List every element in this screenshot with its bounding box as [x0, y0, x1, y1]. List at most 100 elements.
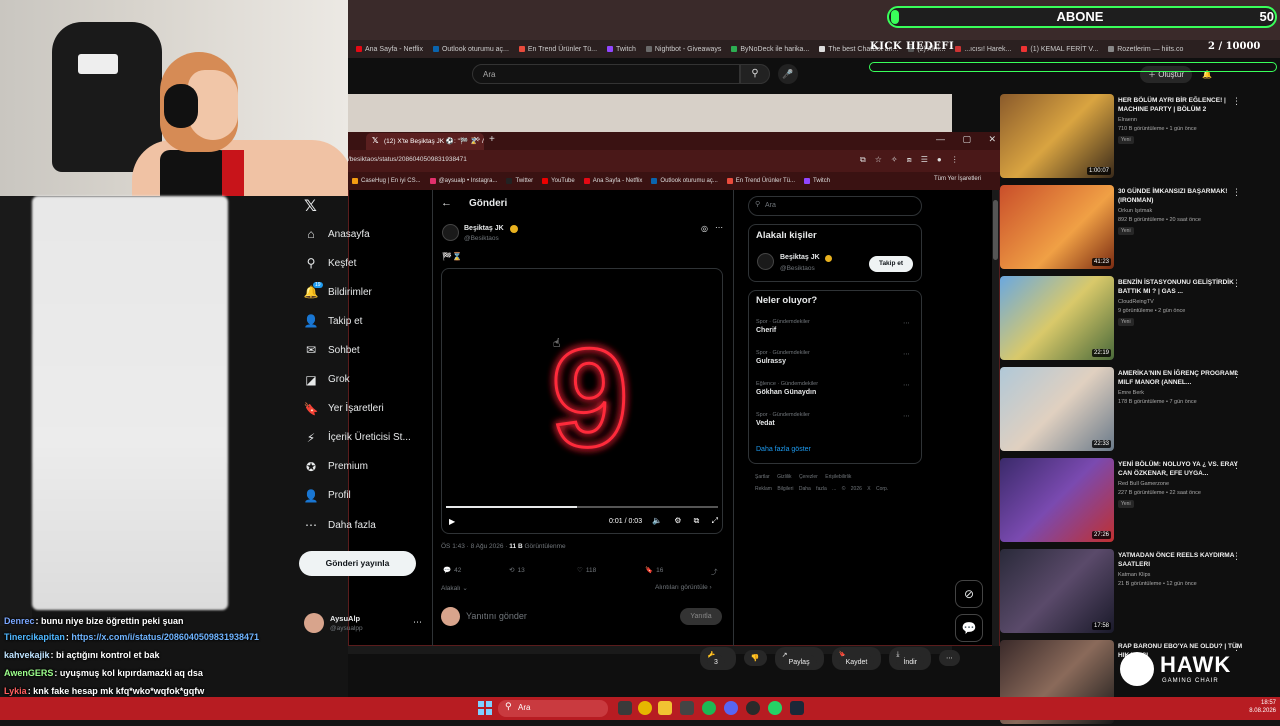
trend-more-icon[interactable]: ⋯ — [903, 381, 910, 389]
bookmark-item[interactable]: En Trend Ürünler Tü... — [519, 46, 597, 53]
address-url[interactable]: /besiktaos/status/2086040509831938471 — [348, 156, 467, 163]
video-title[interactable]: YENİ BÖLÜM: NOLUYO YA ¿ VS. ERAY CAN ÖZK… — [1118, 460, 1244, 478]
dislike-button[interactable]: 👎 — [743, 650, 767, 666]
discord-icon[interactable] — [724, 701, 738, 715]
pip-icon[interactable]: ⧉ — [694, 516, 700, 526]
bookmark-item[interactable]: @aysualp • Instagra... — [430, 178, 498, 184]
nav-item-premium[interactable]: ✪ Premium — [304, 456, 368, 478]
channel-name[interactable]: Katman Klips — [1118, 572, 1150, 578]
video-thumbnail[interactable]: 1:00:07 — [1000, 94, 1114, 178]
kebab-icon[interactable]: ⋮ — [1232, 96, 1241, 107]
bookmark-item[interactable]: Ana Sayfa - Netflix — [356, 46, 423, 53]
post-more-icon[interactable]: ⋯ — [715, 223, 723, 232]
bookmark-item[interactable]: YouTube — [542, 178, 575, 184]
channel-name[interactable]: CloudReingTV — [1118, 299, 1154, 305]
trend-item[interactable]: Spor · Gündemdekiler Cherif ⋯ — [756, 319, 916, 334]
menu-icon[interactable]: ☰ — [921, 155, 928, 165]
show-more-link[interactable]: Daha fazla göster — [756, 446, 811, 453]
kebab-icon[interactable]: ⋮ — [1232, 369, 1241, 380]
scrollbar-thumb[interactable] — [993, 200, 998, 260]
like-button[interactable]: ♡ 118 — [577, 566, 596, 575]
kebab-icon[interactable]: ⋮ — [951, 155, 959, 165]
bookmark-item[interactable]: ByNoDeck ile harika... — [731, 46, 809, 53]
nav-item-grok[interactable]: ◪ Grok — [304, 369, 349, 391]
bookmark-button[interactable]: 🔖 16 — [645, 566, 663, 575]
whatsapp-icon[interactable] — [768, 701, 782, 715]
recommendation-item[interactable]: 22:33 AMERİKA'NIN EN İĞRENÇ PROGRAMI: MIL… — [1000, 367, 1272, 453]
trend-item[interactable]: Spor · Gündemdekiler Gulrassy ⋯ — [756, 350, 916, 365]
kebab-icon[interactable]: ⋮ — [1232, 460, 1241, 471]
steam-icon[interactable] — [790, 701, 804, 715]
repost-button[interactable]: ⟲ 13 — [509, 566, 525, 575]
channel-name[interactable]: Elraenn — [1118, 117, 1137, 123]
author-avatar[interactable] — [442, 224, 459, 241]
close-window-icon[interactable]: ✕ — [988, 134, 996, 145]
trend-item[interactable]: Spor · Gündemdekiler Vedat ⋯ — [756, 412, 916, 427]
recommendation-item[interactable]: 17:58 Yatmadan Önce Reels Kaydırma Saatle… — [1000, 549, 1272, 635]
author-name[interactable]: Beşiktaş JK — [464, 225, 504, 232]
search-icon[interactable]: ⚲ — [740, 64, 770, 84]
bookmark-item[interactable]: Outlook oturumu aç... — [433, 46, 509, 53]
nav-item-profile[interactable]: 👤 Profil — [304, 485, 351, 507]
play-icon[interactable]: ▶ — [449, 517, 455, 526]
nav-item-chat[interactable]: ✉ Sohbet — [304, 339, 360, 361]
video-thumbnail[interactable]: 17:58 — [1000, 549, 1114, 633]
related-name[interactable]: Beşiktaş JK — [780, 254, 820, 261]
youtube-search-input[interactable]: Ara — [472, 64, 740, 84]
close-tab-icon[interactable]: ✕ — [473, 135, 480, 144]
nav-item-lightning[interactable]: ⚡ İçerik Üreticisi St... — [304, 427, 411, 449]
x-logo-icon[interactable]: 𝕏 — [304, 196, 317, 216]
video-title[interactable]: HER BÖLÜM AYRI BİR EĞLENCE! | MACHINE PA… — [1118, 96, 1244, 114]
bookmark-item[interactable]: Rozetlerim — hiits.co — [1108, 46, 1183, 53]
channel-name[interactable]: Emre Berk — [1118, 390, 1144, 396]
windows-start-icon[interactable] — [478, 701, 492, 715]
bookmark-item[interactable]: Nightbot - Giveaways — [646, 46, 722, 53]
recommendation-item[interactable]: 27:26 YENİ BÖLÜM: NOLUYO YA ¿ VS. ERAY CA… — [1000, 458, 1272, 544]
nav-item-search[interactable]: ⚲ Keşfet — [304, 252, 357, 274]
bookmark-item[interactable]: Ana Sayfa - Netflix — [584, 178, 643, 184]
all-bookmarks[interactable]: Tüm Yer İşaretleri — [934, 176, 981, 182]
nav-item-bookmark[interactable]: 🔖 Yer İşaretleri — [304, 398, 384, 420]
taskbar-search[interactable]: Ara — [498, 700, 608, 717]
grok-fab-icon[interactable]: ⊘ — [955, 580, 983, 608]
bookmark-item[interactable]: Outlook oturumu aç... — [651, 178, 717, 184]
minimize-icon[interactable]: — — [936, 134, 945, 145]
x-search-input[interactable]: Ara — [748, 196, 922, 216]
channel-name[interactable]: Orkun Işıtmak — [1118, 208, 1152, 214]
post-time[interactable]: ÖS 1:43 · 8 Ağu 2026 · — [441, 543, 509, 550]
author-handle[interactable]: @Besiktaos — [464, 235, 499, 242]
install-icon[interactable]: ⧉ — [860, 155, 866, 165]
sort-relevant[interactable]: Alakalı ⌄ — [441, 584, 468, 592]
microphone-icon[interactable]: 🎤 — [778, 64, 798, 84]
video-title[interactable]: 30 GÜNDE İMKANSIZI BAŞARMAK! (IRONMAN) — [1118, 187, 1244, 205]
grok-icon[interactable]: ◎ — [701, 224, 708, 233]
kebab-icon[interactable]: ⋮ — [1232, 278, 1241, 289]
volume-icon[interactable]: 🔈 — [652, 516, 662, 526]
related-avatar[interactable] — [757, 253, 774, 270]
back-arrow-icon[interactable]: ← — [441, 197, 452, 209]
nav-item-bell[interactable]: 🔔 19 Bildirimler — [304, 281, 372, 303]
nav-item-more[interactable]: ⋯ Daha fazla — [304, 514, 376, 536]
settings-icon[interactable]: ⚙ — [674, 516, 681, 526]
download-button[interactable]: ⤓ İndir — [889, 646, 931, 670]
view-quotes-link[interactable]: Alıntıları görüntüle › — [655, 584, 712, 591]
chat-link[interactable]: https://x.com/i/status/20860405098319384… — [71, 632, 259, 642]
bookmark-item[interactable]: ...ıcısı! Harek... — [955, 46, 1011, 53]
video-thumbnail[interactable]: 22:33 — [1000, 367, 1114, 451]
bookmark-item[interactable]: Twitch — [607, 46, 636, 53]
reply-button[interactable]: 💬 42 — [443, 566, 461, 575]
kebab-icon[interactable]: ⋮ — [1232, 642, 1241, 653]
bookmark-item[interactable]: (1) KEMAL FERİT V... — [1021, 46, 1098, 53]
follow-button[interactable]: Takip et — [869, 256, 913, 272]
video-title[interactable]: BENZİN İSTASYONUNU GELİŞTİRDİK BATTIK MI… — [1118, 278, 1244, 296]
video-title[interactable]: Yatmadan Önce Reels Kaydırma Saatleri — [1118, 551, 1244, 569]
nav-item-follow[interactable]: 👤 Takip et — [304, 310, 363, 332]
taskbar-clock[interactable]: 18:57 8.08.2026 — [1230, 699, 1276, 715]
kebab-icon[interactable]: ⋮ — [1232, 551, 1241, 562]
footer-links-2[interactable]: Reklam Bilgileri Daha fazla ... © 2026 X… — [755, 486, 888, 492]
recommendation-item[interactable]: 22:19 BENZİN İSTASYONUNU GELİŞTİRDİK BATT… — [1000, 276, 1272, 362]
bookmark-item[interactable]: Twitter — [506, 178, 533, 184]
app-icon[interactable] — [680, 701, 694, 715]
share-button[interactable]: ⤴ — [711, 566, 718, 576]
nav-item-home[interactable]: ⌂ Anasayfa — [304, 223, 369, 245]
